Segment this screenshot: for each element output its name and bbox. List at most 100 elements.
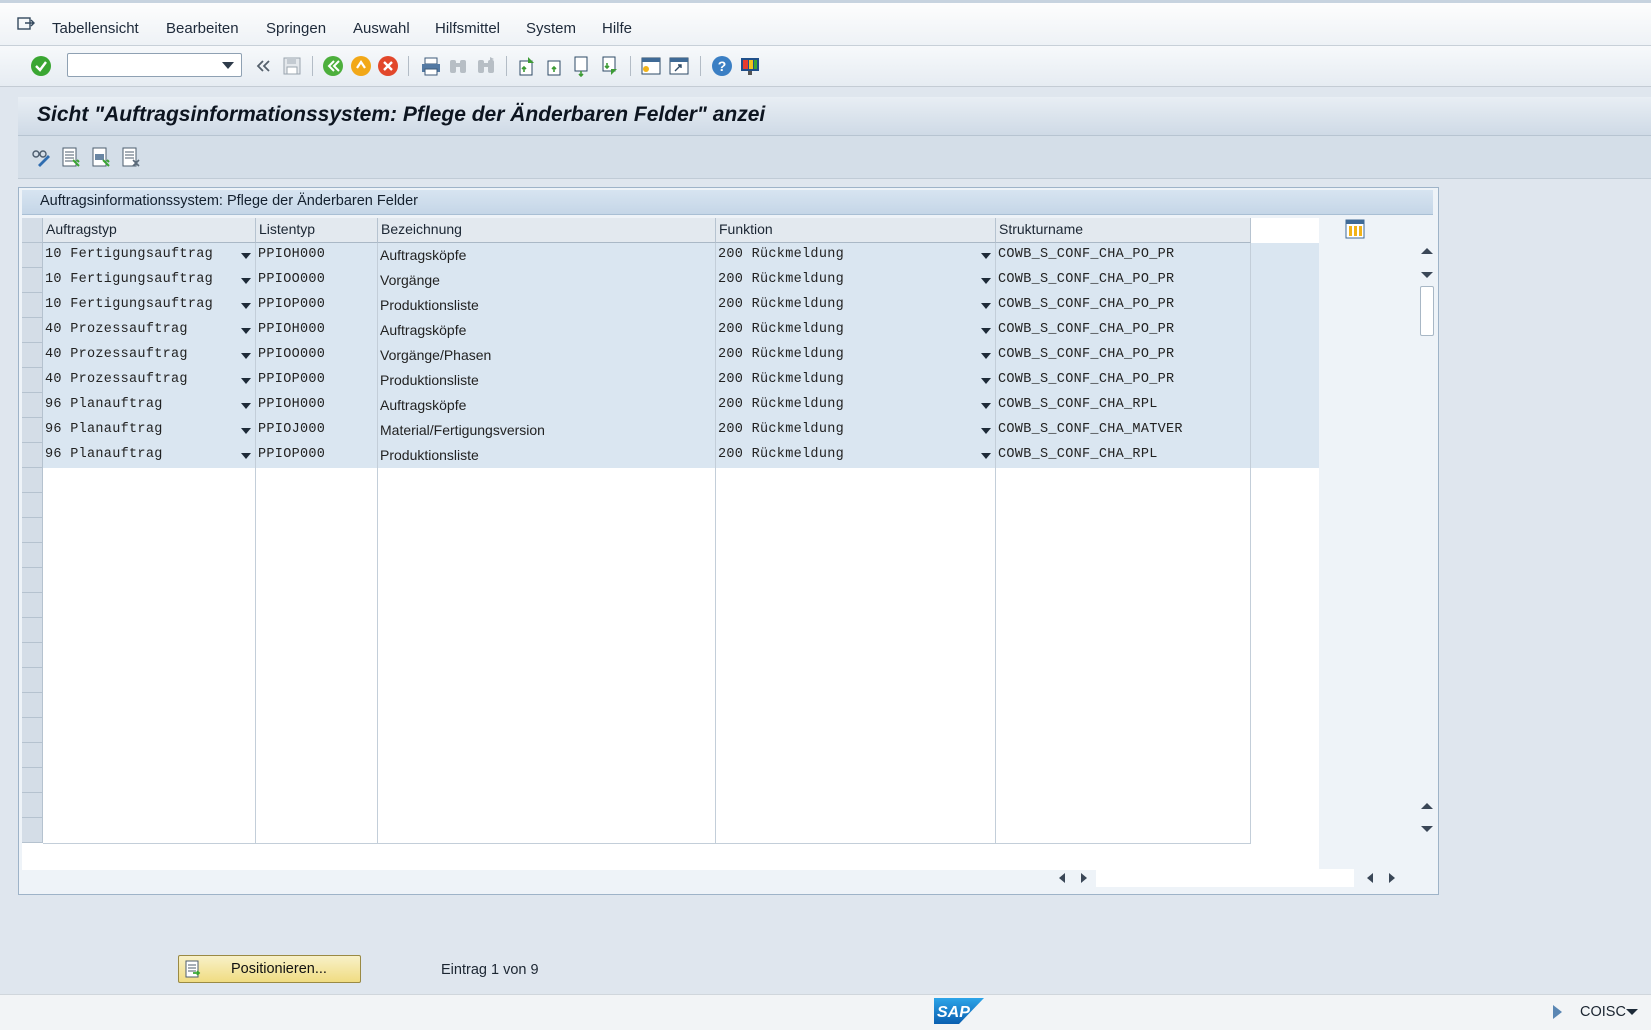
menu-springen[interactable]: Springen — [266, 20, 326, 37]
page-down-icon[interactable] — [1421, 272, 1433, 278]
cancel-icon[interactable] — [377, 55, 399, 77]
cell-listentyp[interactable]: PPIOH000 — [256, 393, 378, 419]
customize-layout-icon[interactable] — [739, 55, 761, 77]
dropdown-arrow-icon[interactable] — [981, 378, 991, 384]
row-selector[interactable] — [22, 793, 43, 818]
scroll-up-icon[interactable] — [1421, 248, 1433, 254]
menu-tabellensicht[interactable]: Tabellensicht — [52, 20, 139, 37]
dropdown-arrow-icon[interactable] — [241, 378, 251, 384]
row-selector[interactable] — [22, 743, 43, 768]
column-header-funktion[interactable]: Funktion — [716, 218, 996, 243]
cell-funktion[interactable]: 200 Rückmeldung — [716, 343, 996, 369]
previous-page-icon[interactable] — [544, 55, 566, 77]
dropdown-arrow-icon[interactable] — [241, 353, 251, 359]
table-row[interactable]: 40 Prozessauftrag PPIOH000 Auftragsköpfe 20… — [43, 318, 1319, 344]
scroll-thumb[interactable] — [1420, 286, 1434, 336]
deselect-all-icon[interactable] — [120, 146, 142, 168]
cell-auftragstyp[interactable]: 40 Prozessauftrag — [43, 318, 256, 344]
table-row[interactable]: 40 Prozessauftrag PPIOP000 Produktionslist… — [43, 368, 1319, 394]
cell-funktion[interactable]: 200 Rückmeldung — [716, 368, 996, 394]
cell-listentyp[interactable]: PPIOP000 — [256, 293, 378, 319]
cell-strukturname[interactable]: COWB_S_CONF_CHA_PO_PR — [996, 243, 1251, 269]
save-icon[interactable] — [281, 55, 303, 77]
cell-auftragstyp[interactable]: 96 Planauftrag — [43, 443, 256, 469]
shortcut-icon[interactable] — [668, 55, 690, 77]
cell-auftragstyp[interactable]: 10 Fertigungsauftrag — [43, 268, 256, 294]
cell-funktion[interactable]: 200 Rückmeldung — [716, 418, 996, 444]
row-selector[interactable] — [22, 693, 43, 718]
play-icon[interactable] — [1553, 1005, 1562, 1019]
cell-auftragstyp[interactable]: 10 Fertigungsauftrag — [43, 243, 256, 269]
column-header-bezeichnung[interactable]: Bezeichnung — [378, 218, 716, 243]
column-header-listentyp[interactable]: Listentyp — [256, 218, 378, 243]
dropdown-arrow-icon[interactable] — [241, 403, 251, 409]
dropdown-arrow-icon[interactable] — [241, 328, 251, 334]
horizontal-scrollbar[interactable] — [1096, 869, 1354, 887]
cell-auftragstyp[interactable]: 96 Planauftrag — [43, 418, 256, 444]
vertical-scrollbar[interactable] — [1420, 248, 1435, 848]
exit-icon[interactable] — [350, 55, 372, 77]
row-selector[interactable] — [22, 468, 43, 493]
row-selector[interactable] — [22, 593, 43, 618]
cell-auftragstyp[interactable]: 96 Planauftrag — [43, 393, 256, 419]
scroll-left-icon[interactable] — [1059, 873, 1065, 883]
dropdown-arrow-icon[interactable] — [981, 453, 991, 459]
row-selector[interactable] — [22, 518, 43, 543]
cell-funktion[interactable]: 200 Rückmeldung — [716, 318, 996, 344]
first-page-icon[interactable] — [516, 55, 538, 77]
cell-auftragstyp[interactable]: 10 Fertigungsauftrag — [43, 293, 256, 319]
menu-auswahl[interactable]: Auswahl — [353, 20, 410, 37]
row-selector[interactable] — [22, 318, 43, 343]
row-selector[interactable] — [22, 368, 43, 393]
dropdown-arrow-icon[interactable] — [241, 428, 251, 434]
row-selector[interactable] — [22, 618, 43, 643]
scroll-right-icon[interactable] — [1389, 873, 1395, 883]
cell-bezeichnung[interactable]: Vorgänge — [378, 268, 716, 294]
row-selector[interactable] — [22, 443, 43, 468]
row-selector[interactable] — [22, 818, 43, 843]
select-all-icon[interactable] — [60, 146, 82, 168]
table-row[interactable]: 10 Fertigungsauftrag PPIOO000 Vorgänge 200 … — [43, 268, 1319, 294]
table-row[interactable]: 96 Planauftrag PPIOJ000 Material/Fertigung… — [43, 418, 1319, 444]
help-icon[interactable]: ? — [711, 55, 733, 77]
scroll-right-icon[interactable] — [1081, 873, 1087, 883]
chevron-down-icon[interactable] — [1626, 1009, 1638, 1015]
menu-bearbeiten[interactable]: Bearbeiten — [166, 20, 239, 37]
dropdown-arrow-icon[interactable] — [981, 403, 991, 409]
cell-funktion[interactable]: 200 Rückmeldung — [716, 243, 996, 269]
cell-strukturname[interactable]: COWB_S_CONF_CHA_PO_PR — [996, 293, 1251, 319]
column-header-auftragstyp[interactable]: Auftragstyp — [43, 218, 256, 243]
table-row[interactable]: 40 Prozessauftrag PPIOO000 Vorgänge/Phasen… — [43, 343, 1319, 369]
find-icon[interactable] — [447, 55, 469, 77]
create-session-icon[interactable] — [640, 55, 662, 77]
cell-listentyp[interactable]: PPIOO000 — [256, 343, 378, 369]
cell-bezeichnung[interactable]: Produktionsliste — [378, 293, 716, 319]
cell-listentyp[interactable]: PPIOP000 — [256, 368, 378, 394]
row-selector[interactable] — [22, 243, 43, 268]
back-double-icon[interactable] — [252, 55, 274, 77]
row-selector[interactable] — [22, 718, 43, 743]
scroll-down-icon[interactable] — [1421, 826, 1433, 832]
dropdown-arrow-icon[interactable] — [981, 303, 991, 309]
row-selector[interactable] — [22, 268, 43, 293]
row-selector[interactable] — [22, 293, 43, 318]
cell-bezeichnung[interactable]: Material/Fertigungsversion — [378, 418, 716, 444]
cell-listentyp[interactable]: PPIOH000 — [256, 318, 378, 344]
dropdown-arrow-icon[interactable] — [241, 278, 251, 284]
row-selector[interactable] — [22, 768, 43, 793]
row-selector[interactable] — [22, 393, 43, 418]
scroll-left-icon[interactable] — [1367, 873, 1373, 883]
dropdown-arrow-icon[interactable] — [981, 328, 991, 334]
cell-listentyp[interactable]: PPIOJ000 — [256, 418, 378, 444]
menu-system[interactable]: System — [526, 20, 576, 37]
cell-funktion[interactable]: 200 Rückmeldung — [716, 268, 996, 294]
menu-icon[interactable] — [17, 17, 35, 31]
position-button[interactable]: Positionieren... — [178, 955, 361, 983]
cell-strukturname[interactable]: COWB_S_CONF_CHA_PO_PR — [996, 318, 1251, 344]
cell-bezeichnung[interactable]: Produktionsliste — [378, 443, 716, 469]
table-row[interactable]: 10 Fertigungsauftrag PPIOP000 Produktionsl… — [43, 293, 1319, 319]
table-row[interactable]: 10 Fertigungsauftrag PPIOH000 Auftragsköpf… — [43, 243, 1319, 269]
dropdown-arrow-icon[interactable] — [981, 278, 991, 284]
enter-icon[interactable] — [30, 55, 52, 77]
command-field[interactable] — [67, 53, 242, 77]
